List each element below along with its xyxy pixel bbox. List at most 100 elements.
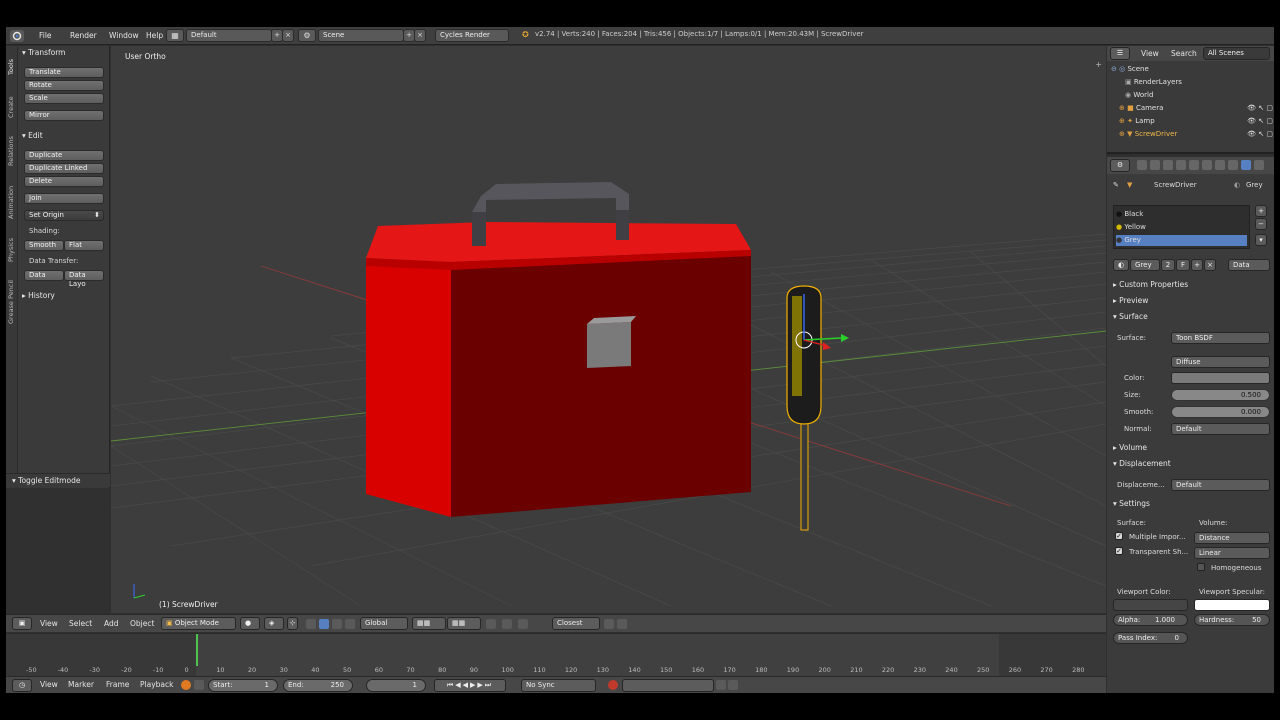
menu-view[interactable]: View — [40, 619, 58, 628]
hardness-field[interactable]: Hardness: 50 — [1194, 614, 1270, 626]
current-frame-marker[interactable] — [196, 634, 198, 666]
data-button[interactable]: Data — [24, 270, 64, 281]
screen-layout-icon[interactable]: ▦ — [166, 29, 184, 42]
constraints-tab-icon[interactable] — [1202, 160, 1212, 170]
auto-key-icon[interactable] — [608, 680, 618, 690]
alpha-field[interactable]: Alpha: 1.000 — [1113, 614, 1188, 626]
visibility-icons[interactable]: 👁 ↖ ▢ — [1247, 115, 1273, 128]
settings-panel[interactable]: ▾ Settings — [1113, 499, 1150, 508]
transparent-shadows-checkbox[interactable]: ✓ — [1115, 547, 1123, 555]
normal-select[interactable]: Default — [1171, 423, 1270, 435]
render-tab-icon[interactable] — [1137, 160, 1147, 170]
keying-icon[interactable] — [194, 680, 204, 690]
world-tab-icon[interactable] — [1176, 160, 1186, 170]
unlink-material-button[interactable]: × — [1204, 259, 1216, 271]
mode-select[interactable]: ▣ Object Mode — [161, 617, 236, 630]
mirror-button[interactable]: Mirror — [24, 110, 104, 121]
layers-widget-2[interactable]: ▦▦ — [447, 617, 481, 630]
transform-manipulator-icon[interactable] — [306, 619, 316, 629]
volume-sampling-select[interactable]: Distance — [1194, 532, 1270, 544]
scene-tab-icon[interactable] — [1163, 160, 1173, 170]
playback-controls[interactable]: ⏮◀◀▶▶⏭ — [434, 679, 506, 692]
tab-create[interactable]: Create — [7, 90, 17, 124]
insert-keyframe-icon[interactable] — [716, 680, 726, 690]
close-scene-button[interactable]: × — [414, 29, 426, 42]
timeline-menu-view[interactable]: View — [40, 680, 58, 689]
menu-add[interactable]: Add — [104, 619, 119, 628]
render-layers-tab-icon[interactable] — [1150, 160, 1160, 170]
outliner-display-select[interactable]: All Scenes — [1203, 47, 1270, 60]
volume-interpolation-select[interactable]: Linear — [1194, 547, 1270, 559]
delete-keyframe-icon[interactable] — [728, 680, 738, 690]
end-frame-field[interactable]: End: 250 — [283, 679, 353, 692]
preview-panel[interactable]: ▸ Preview — [1113, 296, 1148, 305]
scene-field[interactable]: Scene — [318, 29, 404, 42]
toggle-editmode-header[interactable]: ▾ Toggle Editmode — [12, 476, 80, 485]
history-panel-header[interactable]: ▸ History — [22, 291, 55, 300]
timeline-editor-icon[interactable]: ◷ — [12, 679, 32, 692]
outliner-camera[interactable]: ⊕ ■ Camera 👁 ↖ ▢ — [1119, 102, 1274, 115]
material-name-field[interactable]: Grey — [1130, 259, 1160, 271]
delete-button[interactable]: Delete — [24, 176, 104, 187]
displacement-panel[interactable]: ▾ Displacement — [1113, 459, 1171, 468]
modifiers-tab-icon[interactable] — [1215, 160, 1225, 170]
timeline[interactable]: -50 -40 -30 -20 -10 0 10 20 30 40 50 60 70 80 90 100 110… — [6, 633, 1106, 678]
material-tab-icon[interactable] — [1241, 160, 1251, 170]
outliner-scene[interactable]: ⊖ ◎ Scene — [1111, 63, 1271, 76]
scale-button[interactable]: Scale — [24, 93, 104, 104]
material-slot-black[interactable]: ● Black — [1116, 209, 1247, 220]
record-icon[interactable] — [181, 680, 191, 690]
remove-slot-button[interactable]: − — [1255, 218, 1267, 230]
fake-user-button[interactable]: F — [1176, 259, 1190, 271]
outliner-world[interactable]: ◉ World — [1125, 89, 1274, 102]
duplicate-button[interactable]: Duplicate — [24, 150, 104, 161]
visibility-icons[interactable]: 👁 ↖ ▢ — [1247, 102, 1273, 115]
opengl-render-icon[interactable] — [604, 619, 614, 629]
close-layout-button[interactable]: × — [282, 29, 294, 42]
tab-grease-pencil[interactable]: Grease Pencil — [7, 272, 17, 332]
set-origin-dropdown[interactable]: Set Origin ⬍ — [24, 210, 104, 221]
size-slider[interactable]: 0.500 — [1171, 389, 1270, 401]
slot-menu-button[interactable]: ▾ — [1255, 234, 1267, 246]
menu-help[interactable]: Help — [140, 31, 169, 40]
visibility-icons[interactable]: 👁 ↖ ▢ — [1247, 128, 1273, 141]
surface-shader-select[interactable]: Toon BSDF — [1171, 332, 1270, 344]
timeline-menu-marker[interactable]: Marker — [68, 680, 94, 689]
material-slot-grey[interactable]: ● Grey — [1116, 235, 1247, 246]
data-layout-button[interactable]: Data Layo — [64, 270, 104, 288]
outliner-menu-search[interactable]: Search — [1171, 49, 1197, 58]
data-tab-icon[interactable] — [1228, 160, 1238, 170]
displacement-select[interactable]: Default — [1171, 479, 1270, 491]
blender-icon[interactable] — [10, 30, 24, 42]
tab-animation[interactable]: Animation — [7, 178, 17, 226]
pin-icon[interactable]: ✎ — [1113, 181, 1119, 189]
homogeneous-checkbox[interactable] — [1197, 563, 1205, 571]
layers-widget-1[interactable]: ▦▦ — [412, 617, 446, 630]
snap-target-select[interactable]: Closest — [552, 617, 600, 630]
scene-icon[interactable]: ⚙ — [298, 29, 316, 42]
start-frame-field[interactable]: Start: 1 — [208, 679, 278, 692]
outliner-editor-icon[interactable]: ☰ — [1110, 47, 1130, 60]
properties-editor-icon[interactable]: ⚙ — [1110, 159, 1130, 172]
menu-render[interactable]: Render — [64, 31, 103, 40]
material-slot-yellow[interactable]: ● Yellow — [1116, 222, 1247, 233]
orientation-select[interactable]: Global — [360, 617, 408, 630]
tab-relations[interactable]: Relations — [7, 128, 17, 174]
current-frame-field[interactable]: 1 — [366, 679, 426, 692]
3d-viewport[interactable]: User Ortho (1) ScrewDriver + — [111, 46, 1106, 613]
menu-file[interactable]: File — [33, 31, 58, 40]
toon-component-select[interactable]: Diffuse — [1171, 356, 1270, 368]
timeline-menu-frame[interactable]: Frame — [106, 680, 129, 689]
properties-context-tabs[interactable] — [1137, 160, 1271, 171]
layer-lock-icon[interactable] — [486, 619, 496, 629]
translate-button[interactable]: Translate — [24, 67, 104, 78]
menu-window[interactable]: Window — [103, 31, 145, 40]
keying-set-field[interactable] — [622, 679, 714, 692]
outliner-renderlayers[interactable]: ▣ RenderLayers — [1125, 76, 1274, 89]
tab-tools[interactable]: Tools — [7, 50, 17, 84]
rotate-button[interactable]: Rotate — [24, 80, 104, 91]
opengl-anim-icon[interactable] — [617, 619, 627, 629]
color-swatch[interactable] — [1171, 372, 1270, 384]
properties-toggle-icon[interactable]: + — [1095, 60, 1102, 69]
pivot-point-icon[interactable]: ◈ — [264, 617, 284, 630]
